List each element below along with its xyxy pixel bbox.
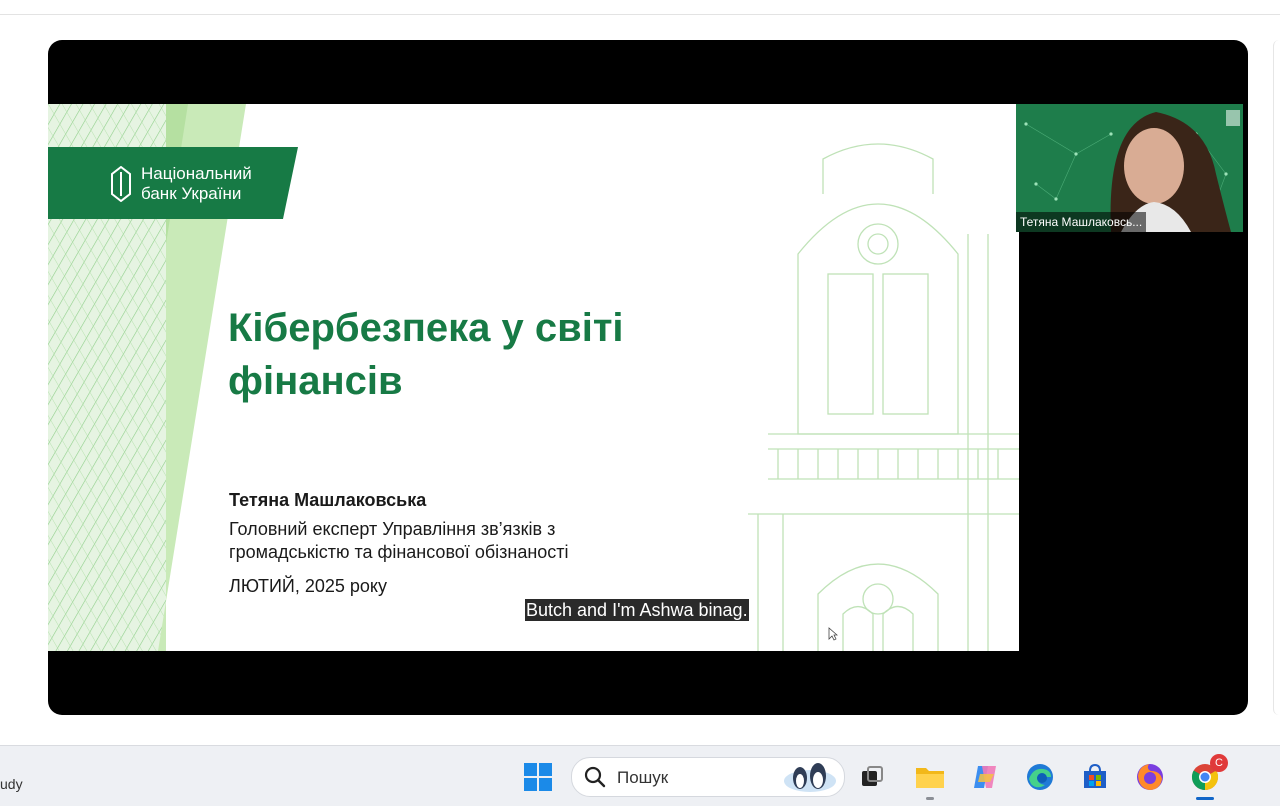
mouse-cursor-icon [828, 627, 838, 641]
video-player[interactable]: Національний банк України Кібербезпека у… [48, 40, 1248, 715]
search-icon [584, 766, 606, 788]
taskbar-left-text: udy [0, 776, 23, 792]
browser-top-strip [0, 0, 1280, 15]
edge-icon [1027, 764, 1053, 790]
windows-start-button[interactable] [521, 760, 555, 794]
slide-title: Кібербезпека у світі фінансів [228, 306, 624, 403]
firefox-button[interactable] [1133, 760, 1167, 794]
taskbar-search[interactable]: Пошук [571, 757, 845, 797]
speaker-role: Головний експерт Управління зв’язків з г… [229, 519, 569, 562]
nbu-logo-text: Національний банк України [141, 164, 252, 204]
participant-name-label: Тетяна Машлаковсь... [1016, 212, 1147, 232]
firefox-icon [1137, 764, 1163, 790]
file-explorer-icon [916, 768, 944, 788]
logo-line-1: Національний [141, 164, 252, 183]
logo-line-2: банк України [141, 184, 242, 203]
microsoft-store-icon [1084, 763, 1106, 788]
participant-video-tile[interactable]: Тетяна Машлаковсь... [1016, 104, 1243, 232]
edge-button[interactable] [1023, 760, 1057, 794]
task-view-icon [862, 766, 883, 786]
building-illustration [748, 143, 1019, 651]
task-view-button[interactable] [855, 760, 889, 794]
chrome-active-indicator [1196, 797, 1214, 800]
live-caption: Butch and I'm Ashwa binag. [525, 599, 749, 621]
nbu-logo-icon [111, 166, 131, 202]
windows-taskbar: udy Пошук C [0, 745, 1280, 806]
file-explorer-running-indicator [926, 797, 934, 800]
file-explorer-button[interactable] [913, 760, 947, 794]
presentation-slide: Національний банк України Кібербезпека у… [48, 104, 1019, 651]
presentation-date: ЛЮТИЙ, 2025 року [229, 576, 388, 596]
search-placeholder: Пошук [617, 768, 669, 787]
chrome-button[interactable]: C [1188, 754, 1228, 794]
speaker-name: Тетяна Машлаковська [229, 490, 427, 510]
microsoft-store-button[interactable] [1078, 760, 1112, 794]
side-panel-edge [1273, 40, 1280, 715]
copilot-button[interactable] [968, 760, 1002, 794]
windows-start-icon [524, 763, 552, 791]
search-highlight-art-icon [784, 763, 836, 792]
chrome-notification-badge: C [1210, 754, 1228, 772]
nbu-logo-banner: Національний банк України [48, 147, 298, 219]
copilot-icon [974, 766, 996, 788]
